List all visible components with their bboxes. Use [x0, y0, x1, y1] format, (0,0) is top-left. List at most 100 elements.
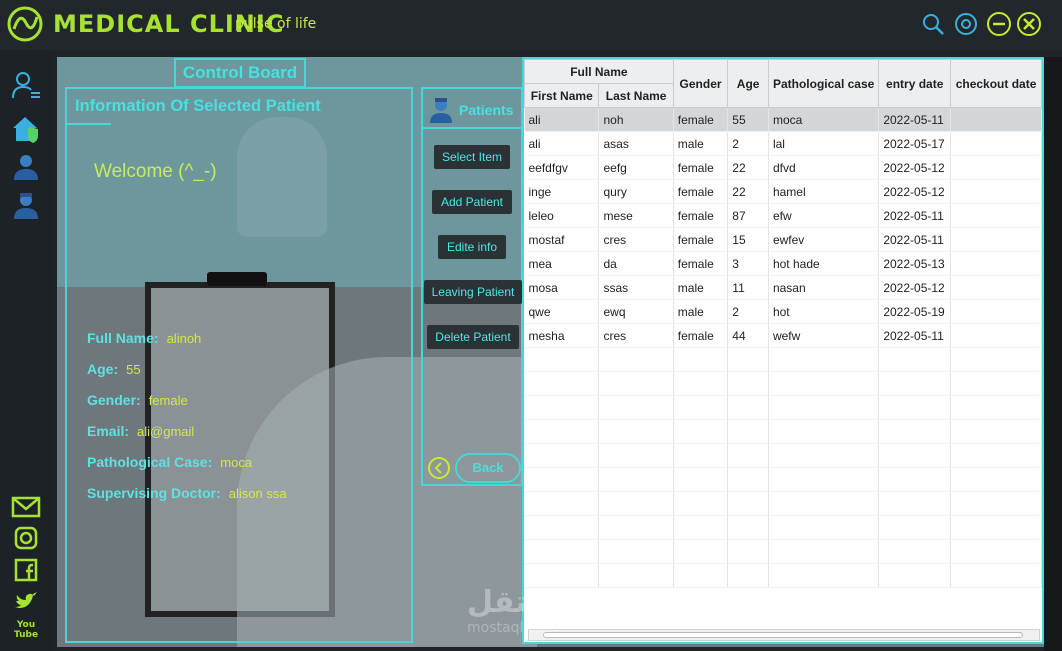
empty-table-row[interactable]: [524, 467, 1042, 492]
table-cell: ali: [524, 131, 600, 156]
table-cell: 2022-05-12: [878, 275, 952, 300]
scrollbar-thumb[interactable]: [543, 632, 1023, 638]
table-cell: ssas: [598, 275, 674, 300]
horizontal-scrollbar[interactable]: [528, 629, 1040, 641]
table-cell: 15: [727, 227, 769, 252]
table-row[interactable]: mosa ssas male 11 nasan 2022-05-12: [524, 275, 1042, 300]
edit-info-button[interactable]: Edite info: [438, 235, 506, 259]
chevron-left-icon[interactable]: [427, 456, 451, 480]
column-header-age[interactable]: Age: [727, 59, 769, 108]
table-cell: leleo: [524, 203, 600, 228]
table-cell: 87: [727, 203, 769, 228]
table-cell: qwe: [524, 299, 600, 324]
table-cell: asas: [598, 131, 674, 156]
table-cell: eefg: [598, 155, 674, 180]
select-item-button[interactable]: Select Item: [434, 145, 510, 169]
table-cell: [598, 563, 674, 588]
table-cell: 2022-05-11: [878, 227, 952, 252]
table-cell: [727, 515, 769, 540]
field-label: Full Name:: [87, 330, 159, 346]
table-cell: [950, 467, 1042, 492]
table-cell: mostaf: [524, 227, 600, 252]
column-header-entry-date[interactable]: entry date: [878, 59, 952, 108]
column-header-pathological-case[interactable]: Pathological case: [767, 59, 880, 108]
field-label: Email:: [87, 423, 130, 439]
instagram-icon[interactable]: [11, 523, 41, 553]
close-icon[interactable]: [1016, 11, 1042, 37]
table-row[interactable]: mostaf cres female 15 ewfev 2022-05-11: [524, 227, 1042, 252]
table-cell: [950, 347, 1042, 372]
empty-table-row[interactable]: [524, 395, 1042, 420]
field-email: Email: ali@gmail: [87, 423, 194, 439]
doctor-icon[interactable]: [11, 190, 41, 220]
table-cell: 2022-05-12: [878, 179, 952, 204]
field-value: moca: [220, 455, 253, 470]
table-row[interactable]: ali asas male 2 lal 2022-05-17: [524, 131, 1042, 156]
table-cell: [673, 443, 729, 468]
home-shield-icon[interactable]: [11, 114, 41, 144]
add-patient-button[interactable]: Add Patient: [432, 190, 512, 214]
doctor-icon: [430, 98, 452, 123]
field-value: ali@gmail: [137, 424, 195, 439]
field-label: Gender:: [87, 392, 141, 408]
field-label: Pathological Case:: [87, 454, 213, 470]
table-row[interactable]: leleo mese female 87 efw 2022-05-11: [524, 203, 1042, 228]
empty-table-row[interactable]: [524, 371, 1042, 396]
table-cell: [727, 395, 769, 420]
table-cell: [950, 443, 1042, 468]
gear-icon[interactable]: [953, 11, 979, 37]
delete-patient-button[interactable]: Delete Patient: [427, 325, 519, 349]
table-cell: [950, 179, 1042, 204]
twitter-icon[interactable]: [11, 586, 41, 616]
search-icon[interactable]: [920, 11, 946, 37]
column-header-last-name[interactable]: Last Name: [598, 83, 674, 108]
table-cell: da: [598, 251, 674, 276]
minimize-icon[interactable]: [986, 11, 1012, 37]
table-row[interactable]: ali noh female 55 moca 2022-05-11: [524, 107, 1042, 132]
table-row[interactable]: mea da female 3 hot hade 2022-05-13: [524, 251, 1042, 276]
field-value: female: [148, 393, 188, 408]
table-cell: 2: [727, 299, 769, 324]
table-cell: [768, 395, 880, 420]
table-cell: [878, 515, 952, 540]
patient-icon[interactable]: [11, 152, 41, 182]
column-header-gender[interactable]: Gender: [672, 59, 729, 108]
table-cell: [878, 467, 952, 492]
user-list-icon[interactable]: [11, 70, 41, 100]
table-cell: wefw: [768, 323, 880, 348]
table-cell: [768, 443, 880, 468]
table-cell: female: [673, 227, 729, 252]
empty-table-row[interactable]: [524, 419, 1042, 444]
table-cell: 22: [727, 155, 769, 180]
leaving-patient-button[interactable]: Leaving Patient: [424, 280, 522, 304]
empty-table-row[interactable]: [524, 539, 1042, 564]
table-cell: [673, 419, 729, 444]
empty-table-row[interactable]: [524, 347, 1042, 372]
title-underline: [67, 123, 111, 125]
table-cell: 2: [727, 131, 769, 156]
table-cell: female: [673, 203, 729, 228]
youtube-icon[interactable]: You Tube: [14, 620, 38, 644]
table-cell: [878, 347, 952, 372]
empty-table-row[interactable]: [524, 515, 1042, 540]
table-row[interactable]: mesha cres female 44 wefw 2022-05-11: [524, 323, 1042, 348]
table-row[interactable]: eefdfgv eefg female 22 dfvd 2022-05-12: [524, 155, 1042, 180]
column-header-first-name[interactable]: First Name: [524, 83, 600, 108]
column-group-full-name: Full Name: [524, 59, 674, 84]
mail-icon[interactable]: [11, 492, 41, 522]
column-header-checkout-date[interactable]: checkout date: [950, 59, 1042, 108]
table-row[interactable]: inge qury female 22 hamel 2022-05-12: [524, 179, 1042, 204]
back-button[interactable]: Back: [455, 453, 521, 483]
table-cell: [950, 251, 1042, 276]
table-cell: [524, 563, 600, 588]
table-cell: [598, 347, 674, 372]
table-row[interactable]: qwe ewq male 2 hot 2022-05-19: [524, 299, 1042, 324]
table-cell: [768, 515, 880, 540]
empty-table-row[interactable]: [524, 443, 1042, 468]
empty-table-row[interactable]: [524, 491, 1042, 516]
empty-table-row[interactable]: [524, 563, 1042, 588]
table-cell: [524, 491, 600, 516]
table-cell: female: [673, 107, 729, 132]
facebook-icon[interactable]: [11, 555, 41, 585]
table-cell: [950, 395, 1042, 420]
